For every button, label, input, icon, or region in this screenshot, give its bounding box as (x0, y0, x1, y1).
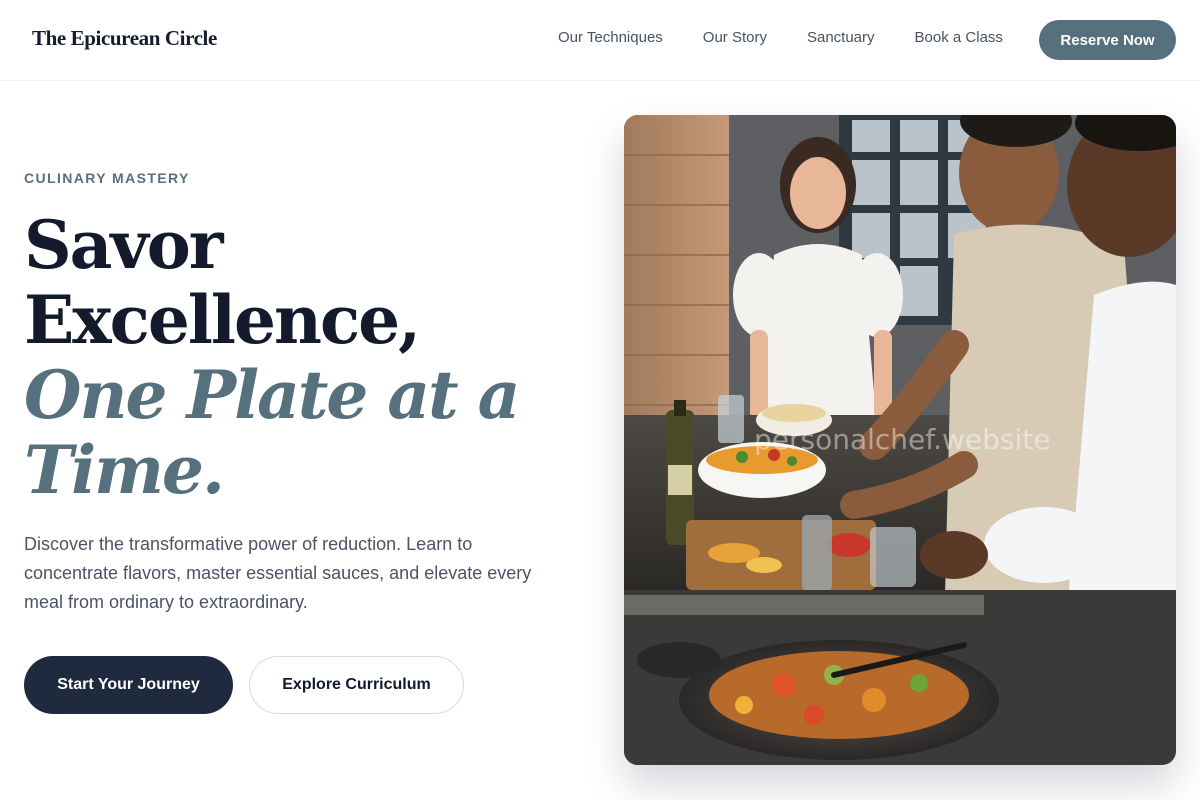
start-journey-button[interactable]: Start Your Journey (24, 656, 233, 714)
nav-link-book-class[interactable]: Book a Class (915, 29, 1003, 46)
image-watermark: personalchef.website (754, 423, 1051, 456)
hero-photo: personalchef.website (624, 115, 1176, 765)
hero-headline: Savor Excellence, One Plate at a Time. (24, 208, 544, 508)
headline-line-2: Excellence, (24, 281, 421, 359)
main-nav: Our Techniques Our Story Sanctuary Book … (558, 29, 1003, 46)
hero-description: Discover the transformative power of red… (24, 534, 532, 612)
headline-accent-line-1: One Plate at a (24, 356, 520, 434)
explore-curriculum-button[interactable]: Explore Curriculum (249, 656, 464, 714)
nav-link-sanctuary[interactable]: Sanctuary (807, 29, 875, 46)
nav-link-story[interactable]: Our Story (703, 29, 767, 46)
headline-accent-line-2: Time. (24, 431, 225, 509)
site-header: The Epicurean Circle Our Techniques Our … (0, 0, 1200, 81)
nav-link-techniques[interactable]: Our Techniques (558, 29, 663, 46)
reserve-now-button[interactable]: Reserve Now (1039, 20, 1176, 60)
hero-eyebrow: CULINARY MASTERY (24, 170, 190, 186)
brand-logo[interactable]: The Epicurean Circle (32, 26, 217, 51)
headline-line-1: Savor (24, 206, 224, 284)
